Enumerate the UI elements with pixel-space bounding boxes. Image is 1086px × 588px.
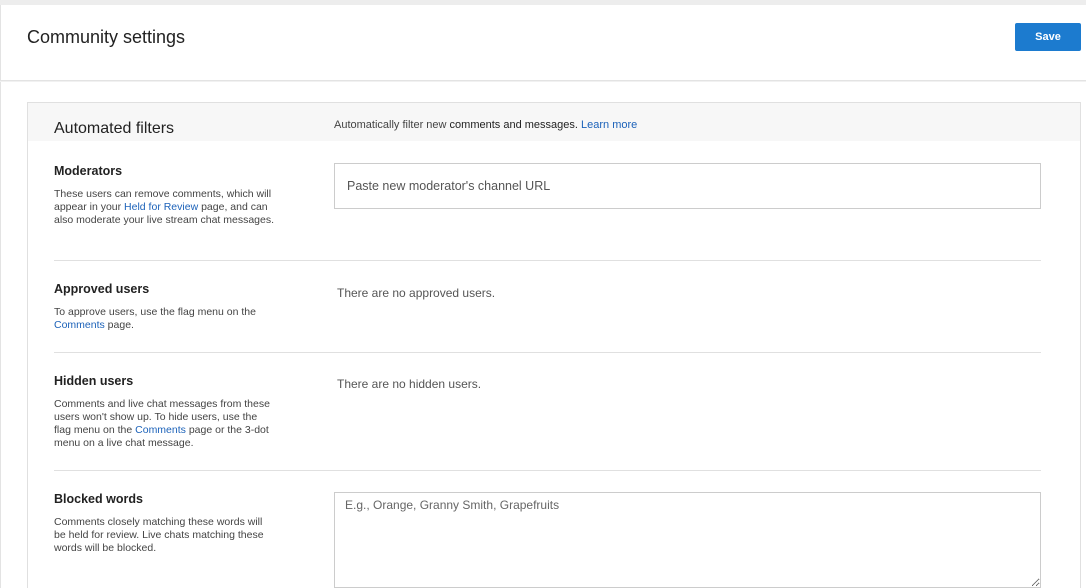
page-header: Community settings Save [0,5,1086,81]
save-button[interactable]: Save [1015,23,1081,51]
held-for-review-link[interactable]: Held for Review [124,201,198,213]
hidden-users-title: Hidden users [54,374,134,388]
page-title: Community settings [27,27,186,47]
card-header: Automated filters Automatically filter n… [28,103,1080,141]
hidden-users-description: Comments and live chat messages from the… [54,398,274,450]
divider [54,352,1041,353]
main-content: Automated filters Automatically filter n… [0,82,1086,588]
moderator-url-input[interactable] [334,163,1041,209]
automated-filters-card: Automated filters Automatically filter n… [27,102,1081,588]
blocked-words-title: Blocked words [54,492,143,506]
approved-desc-2: page. [104,319,134,331]
card-title: Automated filters [54,120,175,137]
divider [54,260,1041,261]
card-desc-prefix: Automatically filter new [334,119,450,131]
divider [54,470,1041,471]
approved-desc-1: To approve users, use the flag menu on t… [54,306,256,318]
blocked-words-textarea[interactable] [334,492,1041,588]
moderators-title: Moderators [54,164,123,178]
hidden-users-empty: There are no hidden users. [337,377,482,391]
card-desc-bold: comments and messages. [449,119,578,131]
blocked-words-description: Comments closely matching these words wi… [54,516,264,554]
moderators-description: These users can remove comments, which w… [54,188,274,227]
approved-users-description: To approve users, use the flag menu on t… [54,306,274,332]
card-description: Automatically filter new comments and me… [334,119,637,131]
approved-users-empty: There are no approved users. [337,286,496,300]
approved-users-title: Approved users [54,282,150,296]
comments-link[interactable]: Comments [135,424,186,436]
learn-more-link[interactable]: Learn more [581,119,637,131]
comments-link[interactable]: Comments [54,319,105,331]
